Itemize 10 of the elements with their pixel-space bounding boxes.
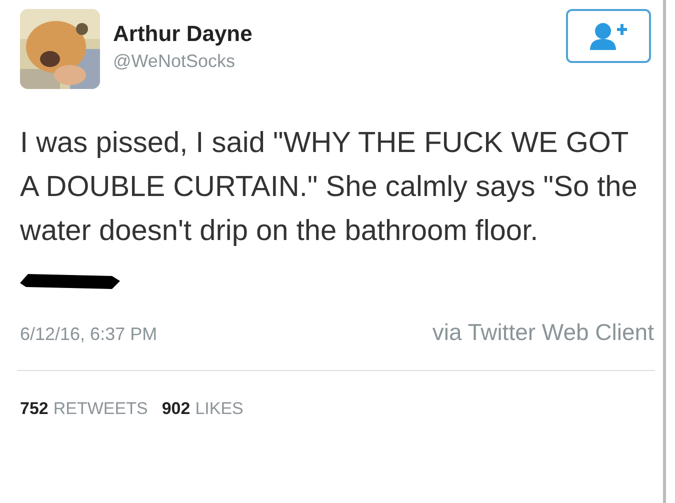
follow-button[interactable] [566,9,651,63]
stat-label[interactable]: LIKES [195,399,244,419]
stat-count: 902 [162,399,190,419]
timestamp: 6/12/16, 6:37 PM [20,324,158,345]
stat-label[interactable]: RETWEETS [53,399,148,419]
stat-count: 752 [20,399,48,419]
author-handle: @WeNotSocks [113,51,236,72]
source-link[interactable]: via Twitter Web Client [432,319,654,346]
tweet-text: I was pissed, I said "WHY THE FUCK WE GOT A DOUBLE CURTAIN." She calmly says "So the water doesn't drip on the bathroom floor. [20,126,638,249]
author-name: Arthur Dayne [113,21,252,47]
